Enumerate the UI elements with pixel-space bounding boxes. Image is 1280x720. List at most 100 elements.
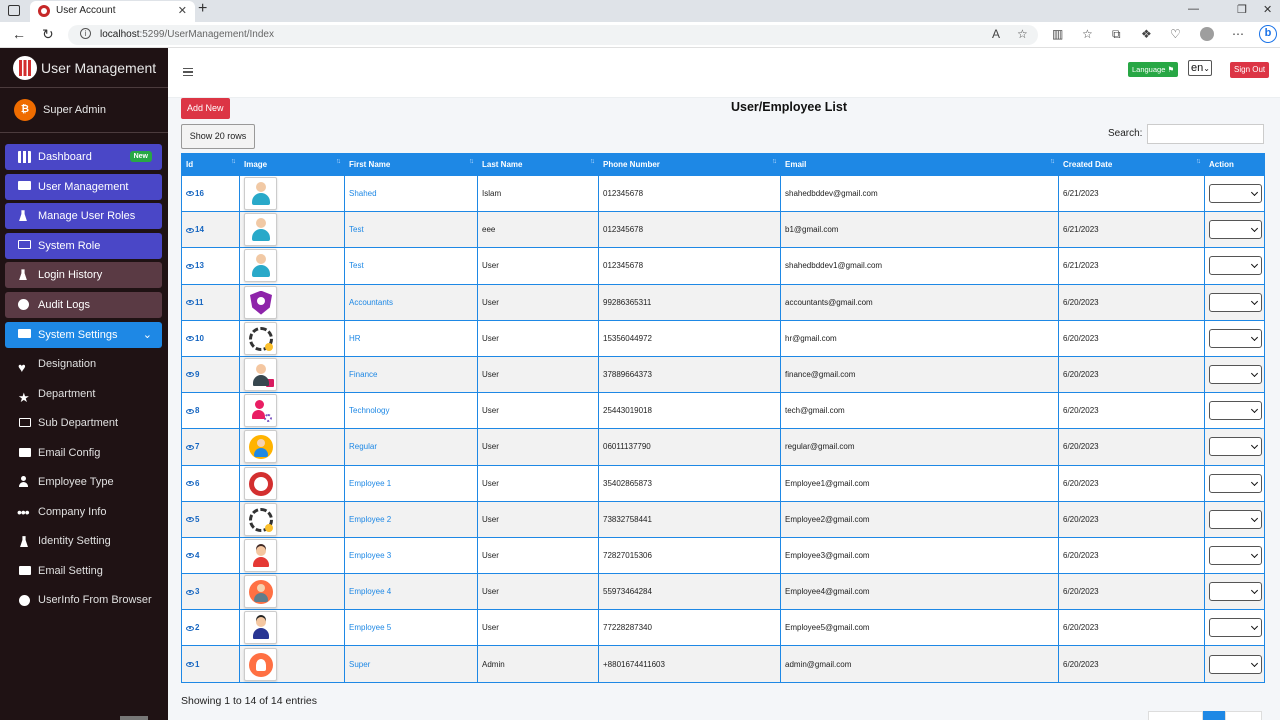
cell-first-name[interactable]: Employee 2 <box>344 500 478 538</box>
sidebar-subitem-designation[interactable]: Designation <box>5 351 162 381</box>
eye-icon[interactable] <box>186 372 194 378</box>
cell-first-name[interactable]: Test <box>344 211 478 249</box>
action-select[interactable] <box>1209 473 1262 493</box>
eye-icon[interactable] <box>186 408 194 414</box>
cell-id[interactable]: 7 <box>181 428 240 466</box>
cell-first-name[interactable]: Technology <box>344 392 478 430</box>
brand[interactable]: User Management <box>0 48 168 88</box>
split-screen-icon[interactable]: ▥ <box>1052 27 1063 41</box>
sidebar-subitem-identity-setting[interactable]: Identity Setting <box>5 528 162 554</box>
sidebar-subitem-sub-department[interactable]: Sub Department <box>5 410 162 436</box>
copilot-icon[interactable]: b <box>1259 25 1277 43</box>
sidebar-item-dashboard[interactable]: Dashboard New <box>5 144 162 170</box>
column-header-id[interactable]: Id ↑↓ <box>181 153 240 176</box>
close-window-icon[interactable]: ✕ <box>1263 3 1272 16</box>
eye-icon[interactable] <box>186 263 194 269</box>
search-input[interactable] <box>1147 124 1264 144</box>
new-tab-icon[interactable]: + <box>198 0 207 18</box>
eye-icon[interactable] <box>186 444 194 450</box>
sidebar-item-system-role[interactable]: System Role <box>5 232 162 259</box>
favorite-star-icon[interactable]: ☆ <box>1017 27 1028 41</box>
sidebar-item-manage-user-roles[interactable]: Manage User Roles <box>5 203 162 230</box>
sidebar-item-login-history[interactable]: Login History <box>5 262 162 289</box>
more-menu-icon[interactable]: ⋯ <box>1232 27 1244 41</box>
cell-id[interactable]: 16 <box>181 174 240 213</box>
sidebar-item-system-settings[interactable]: System Settings ⌄ <box>5 321 162 348</box>
read-aloud-icon[interactable]: A <box>992 27 1000 41</box>
eye-icon[interactable] <box>186 661 194 667</box>
sidebar-scrollbar[interactable] <box>120 716 148 720</box>
page-1-button[interactable] <box>1203 711 1225 720</box>
user-panel[interactable]: ₿ Super Admin <box>0 88 168 133</box>
sidebar-subitem-company-info[interactable]: Company Info <box>5 499 162 525</box>
profile-avatar[interactable] <box>1200 27 1214 41</box>
collections-icon[interactable]: ⧉ <box>1112 27 1121 42</box>
sidebar-subitem-email-config[interactable]: Email Config <box>5 440 162 466</box>
column-header-created-date[interactable]: Created Date ↑↓ <box>1058 153 1205 176</box>
refresh-icon[interactable]: ↻ <box>42 26 54 43</box>
action-select[interactable] <box>1209 401 1262 421</box>
cell-first-name[interactable]: Test <box>344 247 478 285</box>
action-select[interactable] <box>1209 509 1262 529</box>
browser-essentials-icon[interactable]: ♡ <box>1170 27 1181 41</box>
action-select[interactable] <box>1209 256 1262 276</box>
column-header-last-name[interactable]: Last Name ↑↓ <box>477 153 599 176</box>
cell-first-name[interactable]: Employee 5 <box>344 609 478 647</box>
language-button[interactable]: Language ⚑ <box>1128 62 1179 77</box>
hamburger-menu-icon[interactable] <box>183 68 193 76</box>
eye-icon[interactable] <box>186 227 194 233</box>
cell-first-name[interactable]: Regular <box>344 428 478 466</box>
eye-icon[interactable] <box>186 625 194 631</box>
sidebar-subitem-employee-type[interactable]: Employee Type <box>5 469 162 495</box>
sidebar-item-audit-logs[interactable]: Audit Logs <box>5 291 162 318</box>
eye-icon[interactable] <box>186 336 194 342</box>
extensions-icon[interactable]: ❖ <box>1141 27 1152 41</box>
action-select[interactable] <box>1209 365 1262 385</box>
column-header-image[interactable]: Image ↑↓ <box>239 153 345 176</box>
cell-first-name[interactable]: Employee 4 <box>344 573 478 611</box>
eye-icon[interactable] <box>186 300 194 306</box>
language-select[interactable]: en⌄ <box>1188 60 1212 76</box>
favorites-icon[interactable]: ☆ <box>1082 27 1093 41</box>
eye-icon[interactable] <box>186 553 194 559</box>
action-select[interactable] <box>1209 437 1262 457</box>
minimize-icon[interactable]: — <box>1188 3 1199 15</box>
cell-id[interactable]: 9 <box>181 355 240 394</box>
back-icon[interactable]: ← <box>12 26 26 42</box>
cell-id[interactable]: 4 <box>181 536 240 575</box>
eye-icon[interactable] <box>186 480 194 486</box>
previous-page-button[interactable] <box>1148 711 1203 720</box>
cell-first-name[interactable]: HR <box>344 319 478 357</box>
cell-id[interactable]: 8 <box>181 392 240 430</box>
cell-id[interactable]: 10 <box>181 319 240 357</box>
cell-id[interactable]: 3 <box>181 573 240 611</box>
action-select[interactable] <box>1209 618 1262 638</box>
site-info-icon[interactable]: i <box>80 28 91 39</box>
window-menu-icon[interactable] <box>8 5 20 16</box>
cell-first-name[interactable]: Super <box>344 645 478 683</box>
column-header-first-name[interactable]: First Name ↑↓ <box>344 153 478 176</box>
cell-first-name[interactable]: Employee 3 <box>344 536 478 575</box>
cell-first-name[interactable]: Finance <box>344 355 478 394</box>
action-select[interactable] <box>1209 292 1262 312</box>
cell-id[interactable]: 6 <box>181 464 240 502</box>
url-field[interactable]: i localhost:5299/UserManagement/Index <box>68 25 1038 45</box>
sidebar-subitem-email-setting[interactable]: Email Setting <box>5 558 162 584</box>
cell-id[interactable]: 2 <box>181 609 240 647</box>
action-select[interactable] <box>1209 545 1262 565</box>
eye-icon[interactable] <box>186 589 194 595</box>
cell-first-name[interactable]: Accountants <box>344 283 478 321</box>
action-select[interactable] <box>1209 220 1262 240</box>
cell-id[interactable]: 14 <box>181 211 240 249</box>
tab-close-icon[interactable]: ✕ <box>178 4 187 17</box>
show-rows-button[interactable]: Show 20 rows <box>181 124 255 149</box>
cell-id[interactable]: 1 <box>181 645 240 683</box>
cell-id[interactable]: 11 <box>181 283 240 321</box>
sign-out-button[interactable]: Sign Out <box>1230 62 1270 78</box>
cell-first-name[interactable]: Employee 1 <box>344 464 478 502</box>
cell-id[interactable]: 13 <box>181 247 240 285</box>
maximize-icon[interactable]: ❐ <box>1237 3 1247 16</box>
sidebar-subitem-department[interactable]: Department <box>5 381 162 411</box>
action-select[interactable] <box>1209 184 1262 204</box>
cell-id[interactable]: 5 <box>181 500 240 538</box>
